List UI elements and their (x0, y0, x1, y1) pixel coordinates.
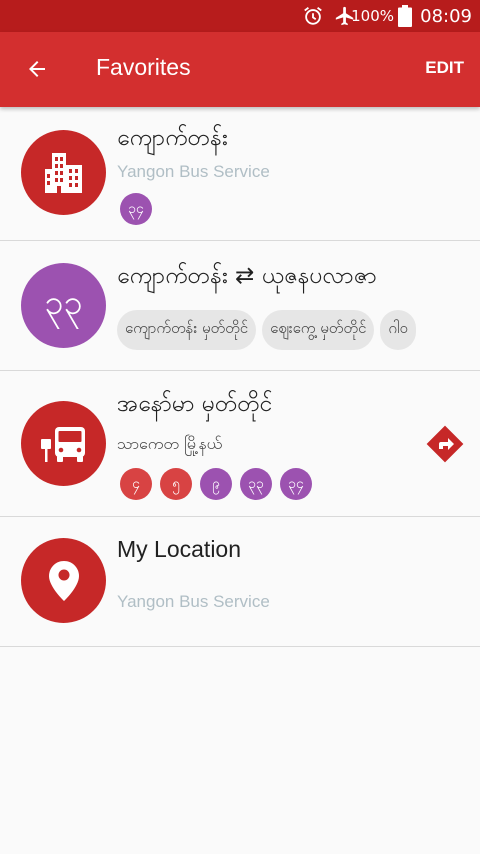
bus-stop-icon (21, 401, 106, 486)
stop-chip[interactable]: ကျောက်တန်း မှတ်တိုင် (117, 310, 257, 350)
route-badge: ၃၄ (280, 468, 312, 500)
status-bar: 100% 08:09 (0, 0, 480, 32)
favorite-title: ကျောက်တန်း ⇄ ယုဇနပလာဇာ (117, 263, 377, 289)
directions-button[interactable] (424, 423, 466, 465)
list-item[interactable]: အနော်မာ မှတ်တိုင် သာကေတ မြို့နယ် ၄ ၅ ၉ ၃… (0, 371, 480, 517)
clock: 08:09 (420, 5, 472, 27)
app-bar: Favorites EDIT (0, 32, 480, 107)
route-badges: ၄ ၅ ၉ ၃၃ ၃၄ (120, 468, 312, 500)
list-item[interactable]: ကျောက်တန်း Yangon Bus Service ၃၄ (0, 107, 480, 241)
back-button[interactable] (14, 46, 60, 92)
page-title: Favorites (96, 54, 191, 80)
stop-chip[interactable]: ဈေးကွေ့ မှတ်တိုင် (262, 310, 375, 350)
route-number-avatar: ၃၃ (21, 263, 106, 348)
route-badges: ၃၄ (120, 193, 152, 225)
alarm-icon (302, 0, 324, 32)
favorite-title: အနော်မာ မှတ်တိုင် (117, 391, 273, 417)
list-item[interactable]: My Location Yangon Bus Service (0, 517, 480, 647)
battery-icon (398, 0, 412, 32)
battery-percent: 100% (351, 7, 394, 25)
township-label: သာကေတ မြို့နယ် (117, 434, 223, 453)
route-badge: ၅ (160, 468, 192, 500)
route-badge: ၃၃ (240, 468, 272, 500)
favorite-title: My Location (117, 536, 242, 562)
favorites-list: ကျောက်တန်း Yangon Bus Service ၃၄ ၃၃ ကျော… (0, 107, 480, 647)
route-badge: ၃၄ (120, 193, 152, 225)
route-badge: ၄ (120, 468, 152, 500)
building-icon (21, 130, 106, 215)
arrow-left-icon (29, 61, 45, 77)
stop-chips: ကျောက်တန်း မှတ်တိုင် ဈေးကွေ့ မှတ်တိုင် ဂ… (117, 310, 469, 352)
edit-button[interactable]: EDIT (425, 58, 464, 78)
favorite-subtitle: Yangon Bus Service (117, 592, 270, 611)
stop-chip[interactable]: ဂါဝ (380, 310, 416, 350)
route-badge: ၉ (200, 468, 232, 500)
list-item[interactable]: ၃၃ ကျောက်တန်း ⇄ ယုဇနပလာဇာ ကျောက်တန်း မှတ… (0, 241, 480, 371)
directions-icon (426, 425, 464, 463)
favorite-subtitle: Yangon Bus Service (117, 162, 270, 181)
location-pin-icon (21, 538, 106, 623)
favorite-title: ကျောက်တန်း (117, 125, 228, 151)
